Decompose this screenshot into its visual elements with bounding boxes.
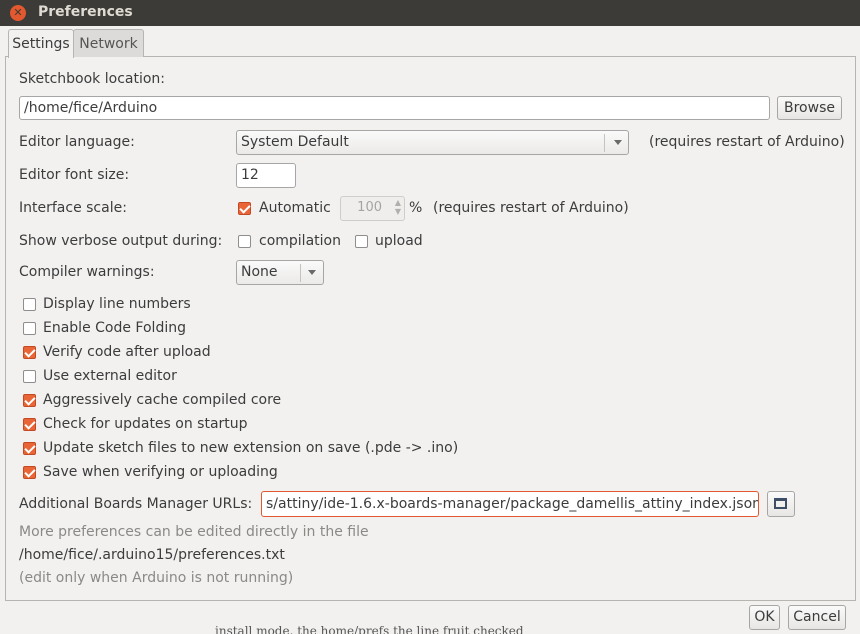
interface-scale-label: Interface scale: — [19, 200, 127, 216]
more-preferences-note: More preferences can be edited directly … — [19, 524, 369, 540]
verbose-upload-checkbox[interactable] — [355, 235, 368, 248]
enable-code-folding-checkbox[interactable] — [23, 322, 36, 335]
tab-settings[interactable]: Settings — [8, 29, 74, 58]
verbose-compilation-label: compilation — [259, 233, 341, 249]
update-extension-checkbox[interactable] — [23, 442, 36, 455]
display-line-numbers-label: Display line numbers — [43, 296, 191, 312]
chevron-down-icon — [308, 270, 316, 275]
compiler-warnings-label: Compiler warnings: — [19, 264, 155, 280]
boards-urls-input[interactable]: s/attiny/ide-1.6.x-boards-manager/packag… — [261, 491, 759, 517]
check-updates-label: Check for updates on startup — [43, 416, 248, 432]
editor-language-value: System Default — [241, 134, 349, 150]
display-line-numbers-checkbox[interactable] — [23, 298, 36, 311]
save-on-verify-checkbox[interactable] — [23, 466, 36, 479]
preferences-file-path: /home/fice/.arduino15/preferences.txt — [19, 547, 285, 563]
scale-spinner[interactable]: 100 ▲ ▼ — [340, 196, 405, 221]
external-editor-checkbox[interactable] — [23, 370, 36, 383]
boards-urls-label: Additional Boards Manager URLs: — [19, 496, 253, 512]
save-on-verify-label: Save when verifying or uploading — [43, 464, 278, 480]
boards-urls-edit-button[interactable] — [767, 491, 795, 517]
editor-language-select[interactable]: System Default — [236, 130, 629, 155]
ok-button[interactable]: OK — [749, 605, 780, 630]
verify-after-upload-checkbox[interactable] — [23, 346, 36, 359]
compiler-warnings-select[interactable]: None — [236, 260, 324, 285]
window-title: Preferences — [38, 4, 133, 20]
verbose-compilation-checkbox[interactable] — [238, 235, 251, 248]
window-icon — [774, 498, 787, 509]
font-size-input[interactable]: 12 — [236, 163, 296, 188]
language-restart-note: (requires restart of Arduino) — [649, 134, 845, 150]
cache-core-checkbox[interactable] — [23, 394, 36, 407]
scale-value: 100 — [357, 200, 382, 215]
background-window-text: install mode. the home/prefs the line fr… — [215, 626, 524, 634]
scale-unit: % — [409, 200, 423, 216]
external-editor-label: Use external editor — [43, 368, 177, 384]
spinner-arrows-icon: ▲ ▼ — [394, 198, 401, 216]
edit-warning-note: (edit only when Arduino is not running) — [19, 570, 294, 586]
tab-network[interactable]: Network — [73, 29, 144, 57]
automatic-scale-label: Automatic — [259, 200, 331, 216]
editor-language-label: Editor language: — [19, 134, 135, 150]
verbose-upload-label: upload — [375, 233, 423, 249]
chevron-down-icon — [614, 140, 622, 145]
combo-separator — [604, 134, 605, 152]
verify-after-upload-label: Verify code after upload — [43, 344, 211, 360]
scale-restart-note: (requires restart of Arduino) — [433, 200, 629, 216]
sketchbook-location-input[interactable]: /home/fice/Arduino — [19, 96, 770, 120]
verbose-output-label: Show verbose output during: — [19, 233, 223, 249]
check-updates-checkbox[interactable] — [23, 418, 36, 431]
font-size-label: Editor font size: — [19, 167, 130, 183]
close-icon[interactable]: ✕ — [10, 5, 26, 21]
compiler-warnings-value: None — [241, 264, 278, 280]
browse-button[interactable]: Browse — [777, 96, 842, 120]
cache-core-label: Aggressively cache compiled core — [43, 392, 282, 408]
combo-separator — [300, 264, 301, 282]
enable-code-folding-label: Enable Code Folding — [43, 320, 186, 336]
automatic-scale-checkbox[interactable] — [238, 202, 251, 215]
sketchbook-label: Sketchbook location: — [19, 71, 166, 87]
cancel-button[interactable]: Cancel — [788, 605, 846, 630]
update-extension-label: Update sketch files to new extension on … — [43, 440, 459, 456]
